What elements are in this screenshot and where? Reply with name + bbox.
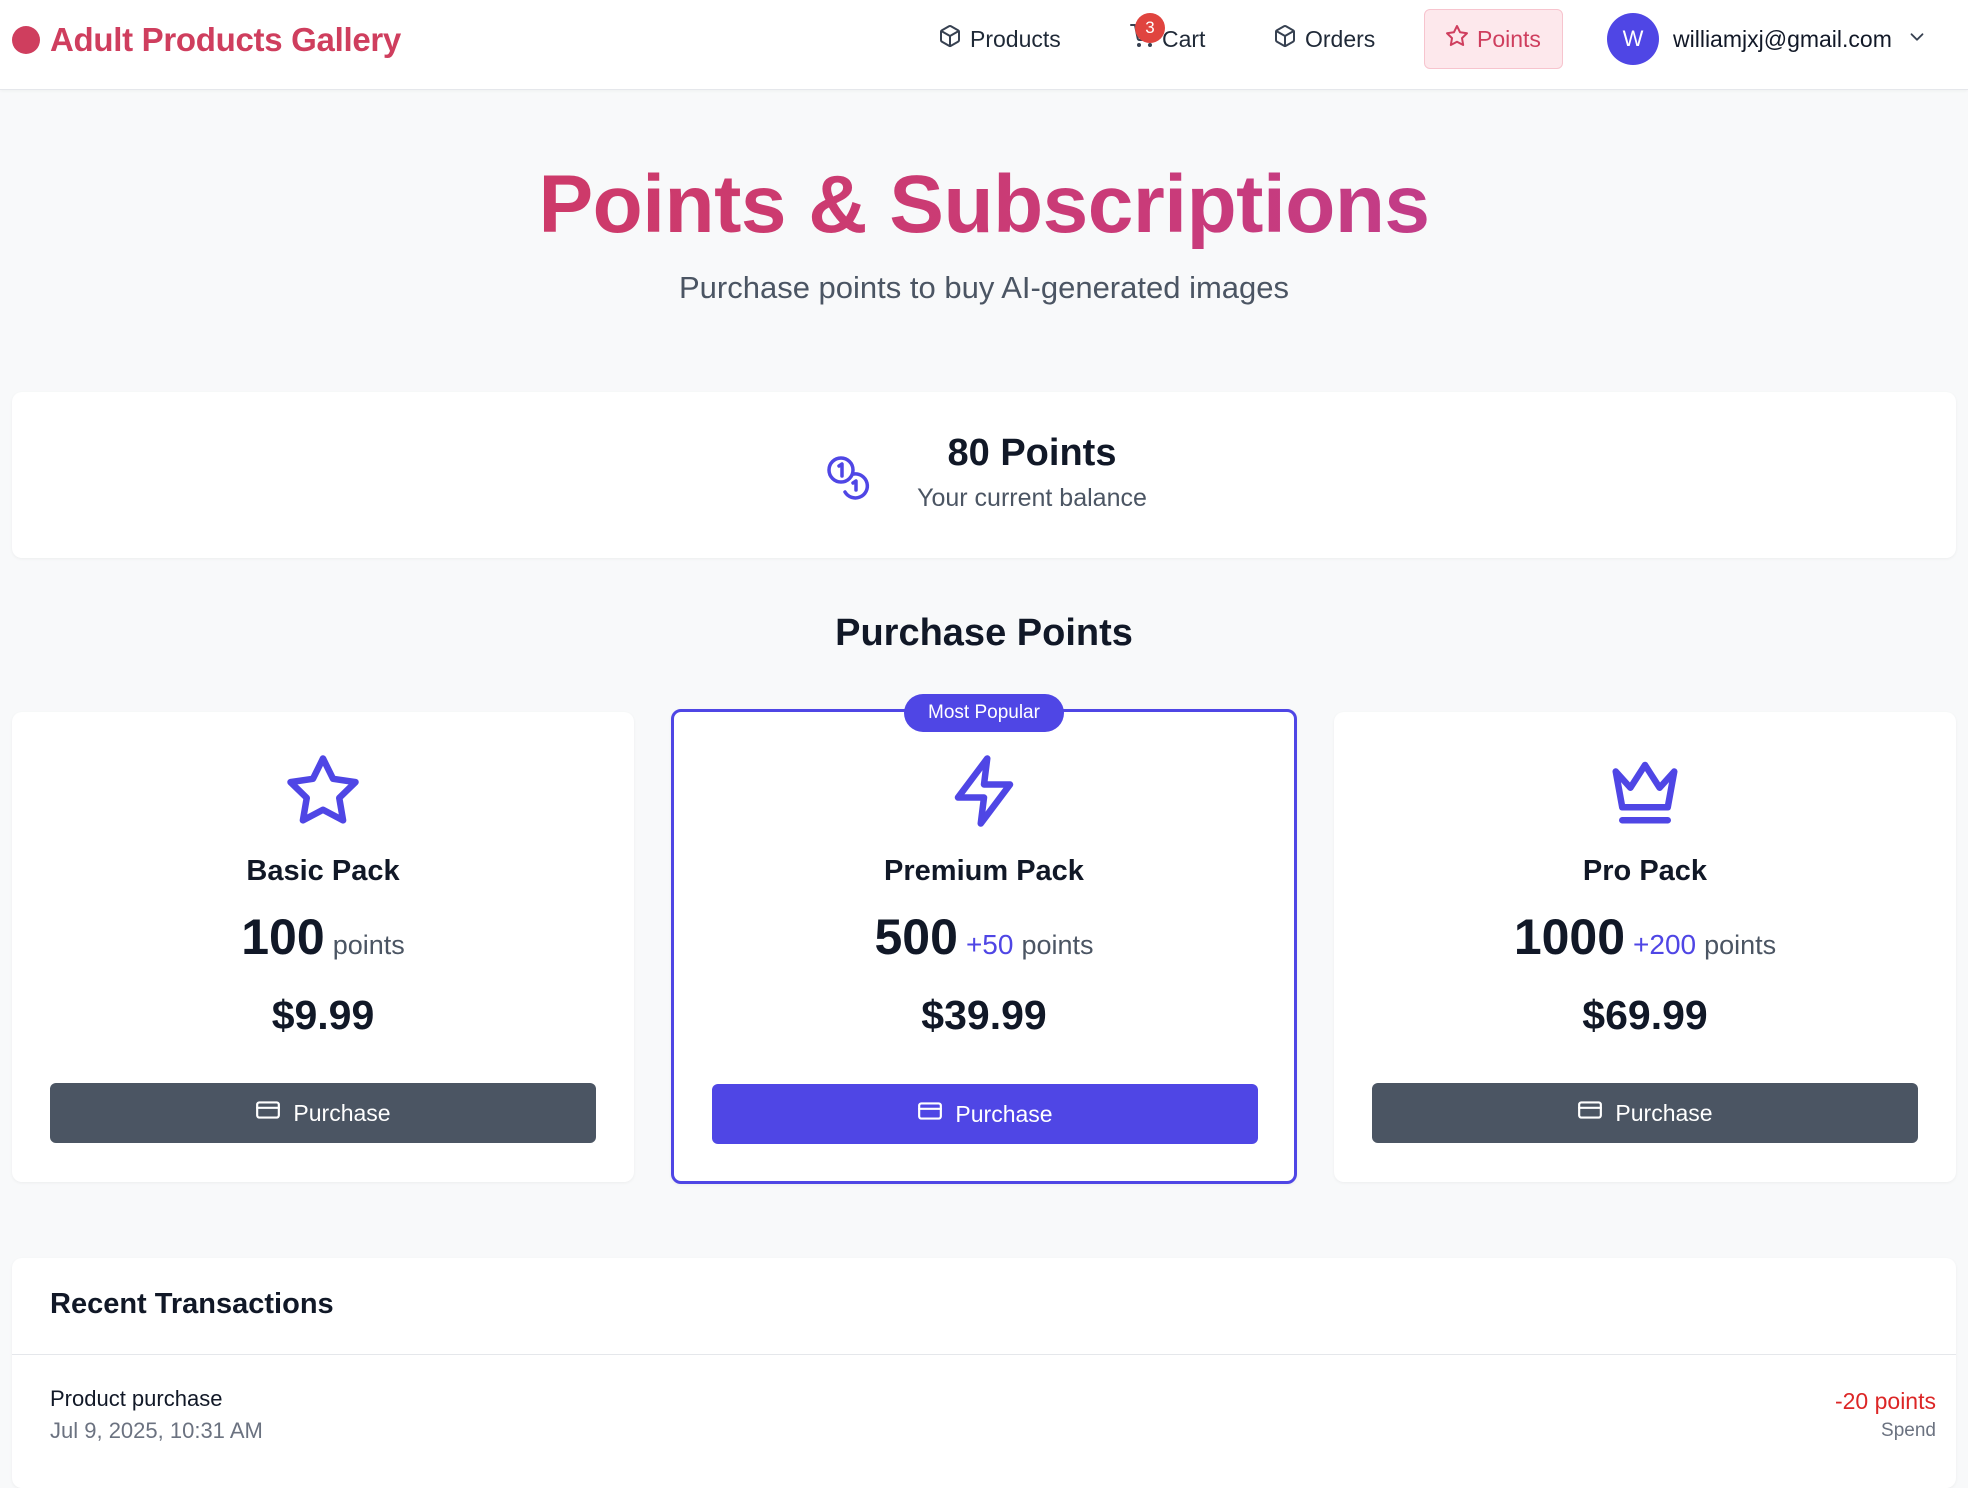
- brand-name: Adult Products Gallery: [50, 21, 401, 58]
- avatar: W: [1607, 13, 1659, 65]
- pack-card-pro: Pro Pack 1000 +200 points $69.99 Purchas…: [1334, 712, 1956, 1182]
- package-icon: [1273, 24, 1297, 54]
- credit-card-icon: [917, 1098, 943, 1130]
- pack-bonus-points: +50: [965, 929, 1014, 960]
- balance-card: 80 Points Your current balance: [12, 392, 1956, 558]
- package-icon: [938, 24, 962, 54]
- coins-icon: [820, 450, 876, 506]
- transaction-type: Spend: [1881, 1420, 1936, 1441]
- user-email: williamjxj@gmail.com: [1673, 25, 1892, 52]
- pack-name: Premium Pack: [884, 855, 1084, 887]
- star-icon: [1445, 24, 1469, 54]
- cart-count-badge: 3: [1135, 13, 1165, 43]
- pack-name: Basic Pack: [246, 855, 400, 887]
- transaction-amount: -20 points: [1834, 1388, 1936, 1414]
- navbar: Adult Products Gallery Products Cart 3 O…: [0, 0, 1968, 90]
- page-subtitle: Purchase points to buy AI-generated imag…: [678, 270, 1290, 305]
- brand-dot-icon: [12, 26, 40, 54]
- transactions-card: Recent Transactions Product purchase Jul…: [12, 1258, 1956, 1488]
- nav-products[interactable]: Products: [918, 9, 1081, 69]
- pack-points-unit: points: [1021, 930, 1094, 960]
- divider: [12, 1354, 1956, 1355]
- page-title: Points & Subscriptions: [0, 159, 1968, 250]
- pack-points-value: 500: [874, 909, 958, 965]
- user-menu[interactable]: W williamjxj@gmail.com: [1607, 13, 1928, 65]
- purchase-button-label: Purchase: [1615, 1099, 1713, 1126]
- purchase-pro-button[interactable]: Purchase: [1372, 1083, 1918, 1143]
- pack-points-value: 1000: [1513, 909, 1626, 965]
- balance-label: Your current balance: [917, 484, 1147, 512]
- pack-bonus-points: +200: [1633, 929, 1697, 960]
- transaction-date: Jul 9, 2025, 10:31 AM: [50, 1418, 263, 1443]
- nav-points-label: Points: [1477, 25, 1541, 52]
- pack-price: $9.99: [271, 992, 375, 1038]
- pack-points-unit: points: [1704, 930, 1777, 960]
- pack-points: 1000 +200 points: [1334, 908, 1956, 966]
- chevron-down-icon: [1906, 26, 1928, 53]
- pack-name: Pro Pack: [1582, 855, 1708, 887]
- nav-cart-label: Cart: [1162, 25, 1206, 52]
- pack-price: $69.99: [1582, 992, 1708, 1038]
- purchase-basic-button[interactable]: Purchase: [50, 1083, 596, 1143]
- pack-points-value: 100: [241, 909, 325, 965]
- purchase-button-label: Purchase: [955, 1100, 1053, 1127]
- transactions-title: Recent Transactions: [50, 1288, 334, 1320]
- purchase-button-label: Purchase: [293, 1099, 391, 1126]
- nav-products-label: Products: [970, 25, 1061, 52]
- star-icon: [284, 752, 362, 835]
- nav-orders[interactable]: Orders: [1253, 9, 1395, 69]
- lightning-icon: [945, 752, 1023, 835]
- pack-points-unit: points: [332, 930, 405, 960]
- nav-points[interactable]: Points: [1424, 9, 1563, 69]
- pack-price: $39.99: [921, 992, 1047, 1038]
- balance-amount: 80 Points: [947, 432, 1117, 474]
- transaction-description: Product purchase: [50, 1386, 223, 1411]
- pack-points: 100 points: [12, 908, 634, 966]
- purchase-premium-button[interactable]: Purchase: [712, 1084, 1258, 1144]
- pack-card-basic: Basic Pack 100 points $9.99 Purchase: [12, 712, 634, 1182]
- nav-orders-label: Orders: [1305, 25, 1376, 52]
- nav-cart[interactable]: Cart 3: [1110, 9, 1225, 69]
- pack-points: 500 +50 points: [674, 908, 1294, 966]
- crown-icon: [1606, 752, 1684, 835]
- section-title: Purchase Points: [835, 612, 1133, 654]
- most-popular-badge: Most Popular: [904, 694, 1064, 732]
- credit-card-icon: [255, 1097, 281, 1129]
- brand-logo[interactable]: Adult Products Gallery: [12, 20, 401, 60]
- credit-card-icon: [1577, 1097, 1603, 1129]
- pack-card-premium: Premium Pack 500 +50 points $39.99 Purch…: [671, 709, 1297, 1184]
